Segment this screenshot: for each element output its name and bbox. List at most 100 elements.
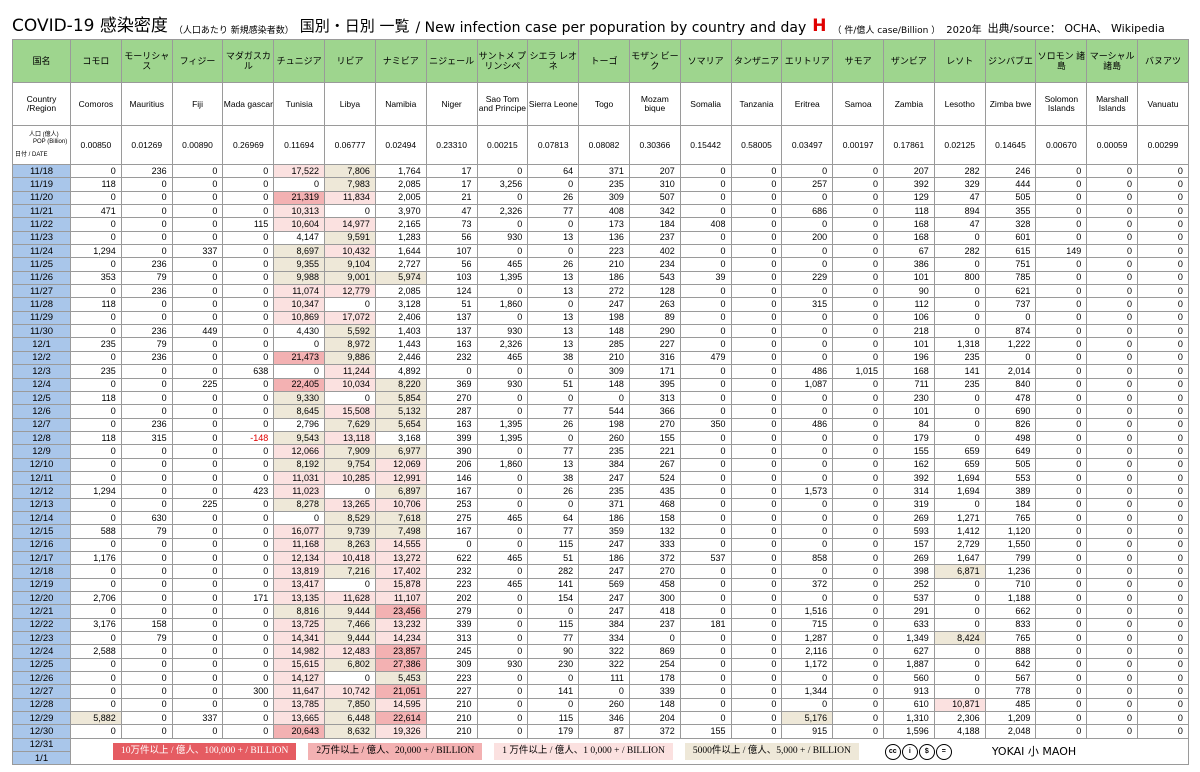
- value-cell: 223: [425, 671, 478, 686]
- value-cell: 260: [578, 430, 630, 446]
- value-cell: 465: [476, 577, 529, 593]
- value-cell: 0: [273, 177, 326, 192]
- value-cell: 0: [679, 577, 732, 593]
- value-cell: 0: [222, 404, 275, 419]
- value-cell: 0: [1086, 537, 1139, 552]
- title-en: / New infection case per popuration by c…: [415, 20, 807, 36]
- value-cell: 390: [425, 444, 478, 459]
- value-cell: 0: [730, 324, 783, 339]
- date-cell: 12/29: [12, 711, 71, 726]
- value-cell: 0: [324, 577, 376, 593]
- country-jp-header: ジンバブエ: [984, 39, 1037, 83]
- cc-icon: cc: [884, 743, 901, 760]
- value-cell: 0: [222, 697, 275, 713]
- value-cell: 0: [679, 284, 732, 299]
- value-cell: 0: [120, 697, 173, 713]
- value-cell: 0: [120, 404, 173, 419]
- value-cell: 0: [1137, 204, 1189, 219]
- value-cell: 0: [832, 724, 884, 739]
- value-cell: 2,588: [70, 644, 122, 659]
- value-cell: 0: [679, 510, 732, 526]
- value-cell: 0: [476, 617, 529, 633]
- value-cell: 0: [120, 470, 173, 486]
- value-cell: 0: [1086, 617, 1139, 633]
- value-cell: 0: [222, 617, 275, 633]
- value-cell: 0: [476, 244, 529, 259]
- value-cell: 869: [628, 644, 681, 659]
- value-cell: 2,014: [984, 364, 1037, 379]
- value-cell: 0: [679, 631, 732, 646]
- table-row: 12/14 0 630 0 0 0 8,529 7,618 275 465 64 186 158 0 0 0 0…: [12, 510, 1189, 526]
- value-cell: 2,326: [476, 337, 529, 352]
- value-cell: 22,614: [374, 711, 427, 726]
- date-cell: 12/22: [12, 617, 71, 633]
- value-cell: 282: [933, 244, 986, 259]
- value-cell: 627: [883, 644, 935, 659]
- infection-density-table: 国名 コモロ モーリシャス フィジー マダガスカル チュニジア リビア ナミビア ニジェールサ…: [12, 39, 1189, 766]
- value-cell: 247: [578, 590, 630, 606]
- value-cell: 0: [679, 377, 732, 392]
- value-cell: 270: [628, 417, 681, 432]
- value-cell: 225: [171, 497, 224, 512]
- value-cell: 11,244: [324, 364, 376, 379]
- value-cell: 0: [222, 390, 275, 406]
- value-cell: 0: [120, 297, 173, 312]
- table-row: 12/16 0 0 0 0 11,168 8,263 14,555 0 0 115 247 333 0 0 0…: [12, 537, 1189, 552]
- value-cell: 888: [984, 644, 1037, 659]
- value-cell: 64: [527, 510, 580, 526]
- value-cell: 0: [832, 163, 884, 179]
- value-cell: 7,850: [324, 697, 376, 713]
- value-cell: 408: [578, 204, 630, 219]
- value-cell: 186: [578, 550, 630, 566]
- value-cell: 0: [70, 417, 122, 432]
- value-cell: 8,972: [324, 337, 376, 352]
- date-cell: 12/3: [12, 364, 71, 379]
- value-cell: 0: [1137, 324, 1189, 339]
- value-cell: 342: [628, 204, 681, 219]
- value-cell: 0: [120, 644, 173, 659]
- date-cell: 12/6: [12, 404, 71, 419]
- value-cell: 0: [1086, 590, 1139, 606]
- date-cell: 11/21: [12, 204, 71, 219]
- value-cell: 21,051: [374, 684, 427, 699]
- value-cell: 0: [1035, 537, 1088, 552]
- value-cell: 9,754: [324, 457, 376, 472]
- value-cell: 0: [527, 430, 580, 446]
- value-cell: 0: [476, 404, 529, 419]
- value-cell: 638: [222, 364, 275, 379]
- value-cell: 359: [578, 524, 630, 539]
- value-cell: 229: [781, 270, 834, 286]
- value-cell: 0: [171, 657, 224, 673]
- value-cell: 12,134: [273, 550, 326, 566]
- value-cell: 0: [1086, 417, 1139, 432]
- value-cell: 0: [832, 377, 884, 392]
- value-cell: 2,326: [476, 204, 529, 219]
- value-cell: 13: [527, 337, 580, 352]
- value-cell: 0: [171, 217, 224, 232]
- value-cell: 537: [679, 550, 732, 566]
- value-cell: 0: [476, 524, 529, 539]
- value-cell: 237: [628, 617, 681, 633]
- value-cell: 10,706: [374, 497, 427, 512]
- value-cell: 0: [1035, 510, 1088, 526]
- value-cell: 13: [527, 284, 580, 299]
- value-cell: 300: [628, 590, 681, 606]
- value-cell: 567: [984, 671, 1037, 686]
- value-cell: 0: [1086, 497, 1139, 512]
- value-cell: 0: [1035, 204, 1088, 219]
- value-cell: 0: [171, 604, 224, 619]
- value-cell: 0: [476, 284, 529, 299]
- value-cell: 5,132: [374, 404, 427, 419]
- value-cell: 0: [832, 644, 884, 659]
- value-cell: 0: [1137, 484, 1189, 499]
- population-cell: 0.06777: [324, 125, 376, 165]
- value-cell: 8,529: [324, 510, 376, 526]
- value-cell: 1,550: [984, 537, 1037, 552]
- value-cell: 0: [679, 484, 732, 499]
- table-row: 12/21 0 0 0 0 8,816 9,444 23,456 279 0 0 247 418 0 0 1,…: [12, 604, 1189, 619]
- value-cell: 0: [832, 444, 884, 459]
- value-cell: 0: [1035, 711, 1088, 726]
- value-cell: 0: [679, 457, 732, 472]
- value-cell: 15,878: [374, 577, 427, 593]
- table-row: 11/23 0 0 0 0 4,147 9,591 1,283 56 930 13 136 237 0 0 2…: [12, 230, 1189, 246]
